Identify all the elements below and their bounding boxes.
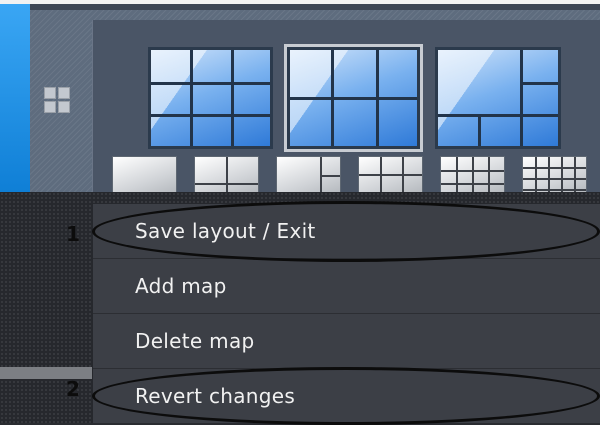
callout-number-1: 1 [66, 222, 80, 246]
callout-ellipse-1 [92, 201, 600, 262]
side-accent-bar [0, 4, 30, 192]
layout-selector-panel [92, 20, 600, 211]
callout-number-2: 2 [66, 377, 80, 401]
callout-ellipse-2 [92, 367, 600, 425]
menu-item-label: Delete map [135, 329, 255, 353]
menu-item-label: Add map [135, 274, 227, 298]
grid-icon[interactable] [44, 87, 71, 114]
menu-item-add-map[interactable]: Add map [93, 259, 600, 314]
top-band [30, 4, 600, 10]
layout-tile-1plus5[interactable] [435, 47, 561, 149]
layout-tile-2x2-selected[interactable] [284, 44, 423, 152]
layout-tile-3x3[interactable] [148, 47, 273, 149]
menu-item-delete-map[interactable]: Delete map [93, 314, 600, 369]
